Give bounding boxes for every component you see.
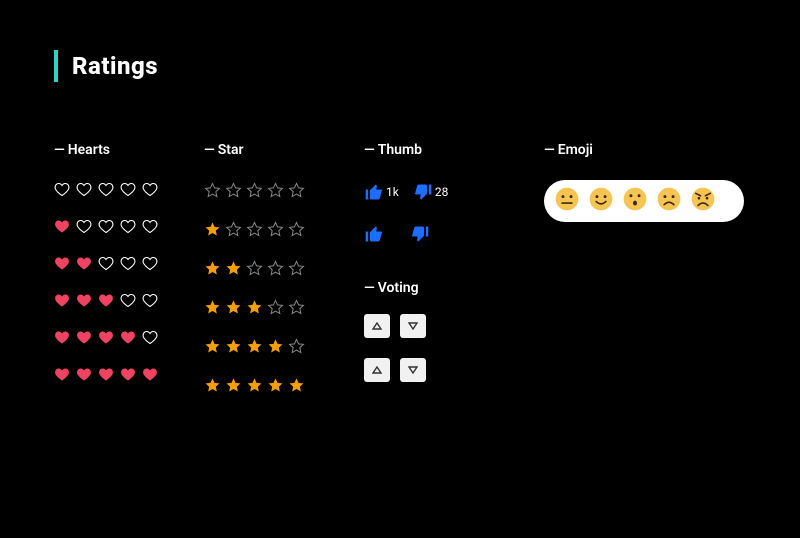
emoji-surprised-icon[interactable] [622, 186, 648, 216]
thumb-up-icon[interactable] [364, 182, 384, 202]
emoji-angry-icon[interactable] [690, 186, 716, 216]
thumb-column: —Thumb 1k 28 —Voting [364, 142, 544, 416]
page-title: Ratings [72, 52, 158, 80]
stars-row[interactable] [204, 338, 364, 355]
hearts-rows [54, 182, 204, 404]
vote-down-button[interactable] [400, 358, 426, 382]
stars-rows [204, 182, 364, 416]
emoji-column: —Emoji [544, 142, 744, 416]
hearts-row[interactable] [54, 330, 204, 345]
stars-label: —Star [204, 142, 364, 158]
hearts-row[interactable] [54, 219, 204, 234]
stars-row[interactable] [204, 299, 364, 316]
emoji-pill [544, 180, 744, 222]
hearts-row[interactable] [54, 367, 204, 382]
vote-row-1 [364, 314, 544, 338]
emoji-label: —Emoji [544, 142, 744, 158]
hearts-column: —Hearts [54, 142, 204, 416]
emoji-happy-icon[interactable] [588, 186, 614, 216]
thumb-up-icon[interactable] [364, 224, 384, 244]
stars-row[interactable] [204, 260, 364, 277]
thumb-down-icon[interactable] [413, 182, 433, 202]
thumb-label: —Thumb [364, 142, 544, 158]
stars-column: —Star [204, 142, 364, 416]
hearts-row[interactable] [54, 182, 204, 197]
thumb-down-count: 28 [435, 185, 449, 199]
stars-row[interactable] [204, 377, 364, 394]
hearts-row[interactable] [54, 256, 204, 271]
ratings-grid: —Hearts —Star —Thumb 1k 28 —Vot [0, 82, 800, 416]
emoji-neutral-icon[interactable] [554, 186, 580, 216]
vote-row-2 [364, 358, 544, 382]
hearts-row[interactable] [54, 293, 204, 308]
emoji-sad-icon[interactable] [656, 186, 682, 216]
vote-up-button[interactable] [364, 358, 390, 382]
thumb-up-count: 1k [386, 185, 399, 199]
thumb-row-counts: 1k 28 [364, 182, 544, 202]
voting-label: —Voting [364, 280, 544, 296]
vote-up-button[interactable] [364, 314, 390, 338]
header-accent [54, 50, 58, 82]
thumb-down-icon[interactable] [410, 224, 430, 244]
page-header: Ratings [0, 0, 800, 82]
thumb-row-plain [364, 224, 544, 244]
hearts-label: —Hearts [54, 142, 204, 158]
vote-down-button[interactable] [400, 314, 426, 338]
stars-row[interactable] [204, 182, 364, 199]
stars-row[interactable] [204, 221, 364, 238]
